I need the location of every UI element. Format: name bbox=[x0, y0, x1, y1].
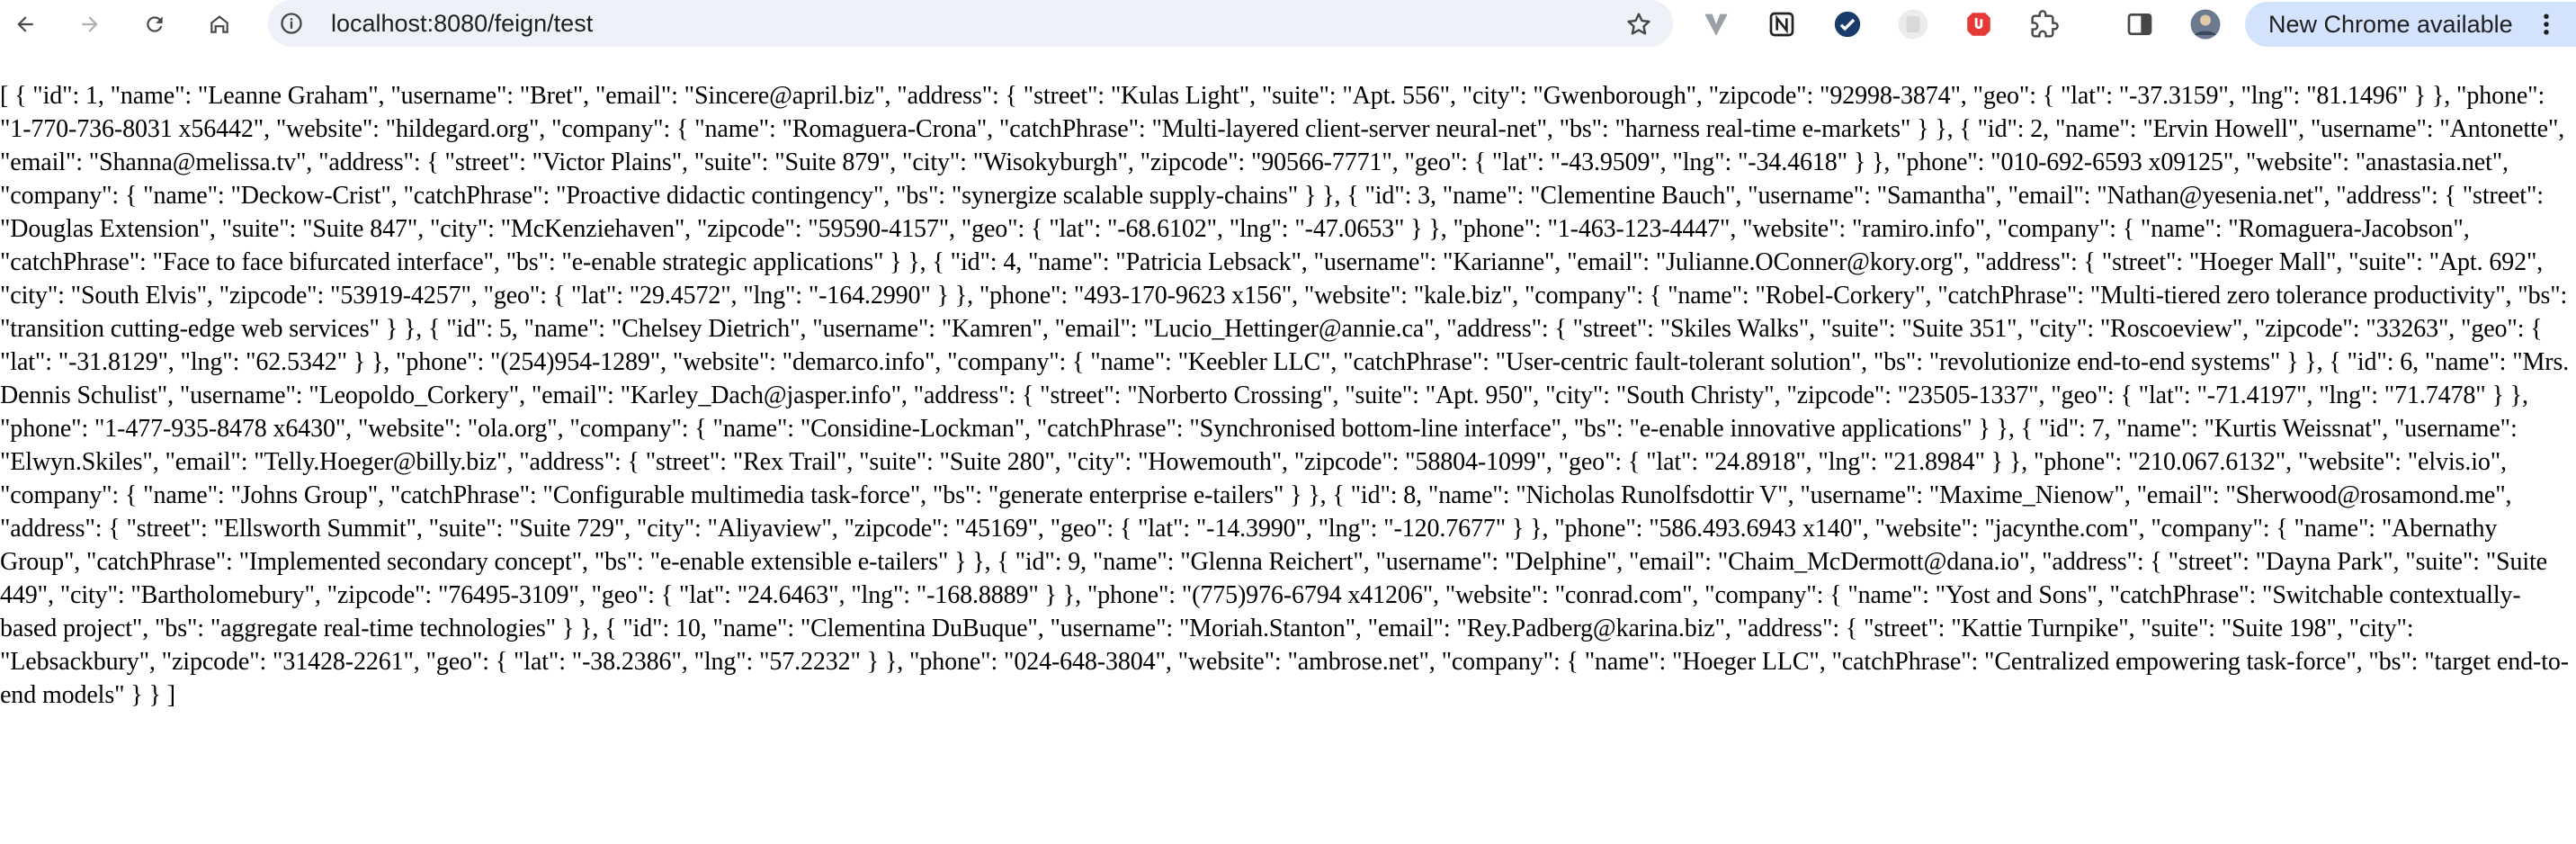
reload-icon bbox=[147, 16, 163, 32]
browser-toolbar: localhost:8080/feign/test New Chrome ava… bbox=[0, 0, 2576, 49]
kebab-menu-icon[interactable] bbox=[2533, 11, 2560, 38]
shield-red-icon[interactable] bbox=[1963, 8, 1995, 40]
back-button[interactable] bbox=[7, 6, 43, 42]
home-button[interactable] bbox=[201, 6, 237, 42]
reload-button[interactable] bbox=[137, 6, 173, 42]
json-response-body: [ { "id": 1, "name": "Leanne Graham", "u… bbox=[0, 82, 2570, 709]
info-icon[interactable] bbox=[279, 11, 304, 36]
arrow-right-icon bbox=[82, 16, 98, 32]
chrome-update-button[interactable]: New Chrome available bbox=[2245, 2, 2576, 47]
avatar[interactable] bbox=[2189, 8, 2222, 40]
notion-icon[interactable] bbox=[1766, 8, 1798, 40]
check-badge-icon[interactable] bbox=[1831, 8, 1864, 40]
profile-ext-icon[interactable] bbox=[1897, 8, 1929, 40]
update-label: New Chrome available bbox=[2268, 11, 2513, 38]
side-panel-icon[interactable] bbox=[2124, 8, 2156, 40]
arrow-left-icon bbox=[17, 16, 33, 32]
forward-button[interactable] bbox=[72, 6, 108, 42]
vuetify-icon[interactable] bbox=[1700, 8, 1732, 40]
star-icon[interactable] bbox=[1624, 10, 1653, 39]
address-bar[interactable]: localhost:8080/feign/test bbox=[268, 0, 1673, 47]
puzzle-icon[interactable] bbox=[2028, 8, 2061, 40]
url-text[interactable]: localhost:8080/feign/test bbox=[331, 0, 593, 47]
home-icon bbox=[210, 15, 228, 33]
